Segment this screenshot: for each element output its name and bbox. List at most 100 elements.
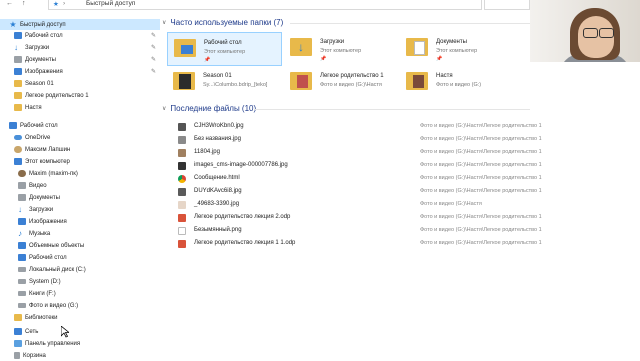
presentation-icon [178,214,186,222]
list-item[interactable]: _49683-3390.jpg Фото и видео (G:)\Настя [176,199,566,211]
user-icon [14,146,22,153]
address-bar[interactable]: ★ › Быстрый доступ [48,0,482,10]
sidebar-item-desktop-pc[interactable]: Рабочий стол [0,252,160,263]
sidebar-item-desktop[interactable]: Рабочий стол ✎ [0,30,160,41]
list-item[interactable]: images_cms-image-000007786.jpg Фото и вид… [176,160,566,172]
pictures-icon [18,218,26,225]
list-item[interactable]: Без названия.jpg Фото и видео (G:)\Настя\… [176,134,566,146]
documents-icon [14,56,22,63]
tile-desktop[interactable]: Рабочий стол Этот компьютер 📌 [167,32,282,66]
download-icon: ↓ [14,43,18,52]
list-item[interactable]: CJH3WroKbn0.jpg Фото и видео (G:)\Настя\Л… [176,121,566,133]
sidebar-item-this-pc[interactable]: Этот компьютер [0,156,160,167]
sidebar-item-video[interactable]: Видео [0,180,160,191]
downloads-folder-icon: ↓ [290,38,312,56]
folder-icon [14,92,22,99]
sidebar-item-desktop-root[interactable]: Рабочий стол [0,120,160,131]
sidebar-item-drive-f[interactable]: Книги (F:) [0,288,160,299]
drive-icon [18,291,26,296]
desktop-icon [9,122,17,129]
pin-icon: ✎ [151,33,157,39]
image-icon [178,162,186,170]
folder-icon [14,80,22,87]
sidebar-item-drive-c[interactable]: Локальный диск (C:) [0,264,160,275]
frequent-folders-header[interactable]: ∨ Часто используемые папки (7) [162,18,283,27]
sidebar-item-drive-g[interactable]: Фото и видео (G:) [0,300,160,311]
recycle-bin-icon [14,352,20,359]
3d-objects-icon [18,242,26,249]
sidebar-item-downloads[interactable]: ↓ Загрузки ✎ [0,42,160,53]
tile-documents[interactable]: Документы Этот компьютер 📌 [400,32,515,66]
sidebar-item-pictures-pc[interactable]: Изображения [0,216,160,227]
control-panel-icon [14,340,22,347]
folder-icon [14,104,22,111]
desktop-folder-icon [174,39,196,57]
list-item[interactable]: Легкое родительство лекция 1 1.odp Фото и… [176,238,566,250]
sidebar-item-user[interactable]: Максим Лапшин [0,144,160,155]
section-divider [290,23,530,24]
webcam-overlay [530,0,640,62]
pictures-icon [14,68,22,75]
list-item[interactable]: Сообщение.html Фото и видео (G:)\Настя\Ле… [176,173,566,185]
address-bar-strip: ← ↑ ★ › Быстрый доступ [0,0,530,10]
sidebar-item-season-01[interactable]: Season 01 [0,78,160,89]
section-divider [254,109,530,110]
chevron-down-icon: ∨ [162,20,167,26]
documents-folder-icon [406,38,428,56]
list-item[interactable]: Легкое родительство лекция 2.odp Фото и в… [176,212,566,224]
up-arrow-icon[interactable]: ↑ [22,0,26,7]
sidebar-item-network[interactable]: Сеть [0,326,160,337]
back-arrow-icon[interactable]: ← [6,0,13,7]
video-icon [18,182,26,189]
search-input[interactable] [484,0,530,10]
image-icon [178,149,186,157]
pin-icon: ✎ [151,57,157,63]
music-icon: ♪ [18,229,22,238]
image-icon [178,123,186,131]
sidebar-item-3d-objects[interactable]: Объемные объекты [0,240,160,251]
sidebar-item-recycle-bin[interactable]: Корзина [0,350,160,361]
recent-files-header[interactable]: ∨ Последние файлы (10) [162,104,256,113]
tile-season-01[interactable]: Season 01 Sy...\Columbo.bdrip_[teko] [167,66,282,100]
desktop-icon [14,32,22,39]
sidebar-item-documents[interactable]: Документы ✎ [0,54,160,65]
sidebar-item-downloads-pc[interactable]: ↓ Загрузки [0,204,160,215]
computer-icon [14,158,22,165]
folder-icon [173,72,195,90]
sidebar-item-maxim-pc[interactable]: Maxim (maxim-пк) [0,168,160,179]
chrome-icon [178,175,186,183]
drive-icon [18,267,26,272]
list-item[interactable]: 11804.jpg Фото и видео (G:)\Настя\Легкое … [176,147,566,159]
glasses-icon [583,28,598,38]
pin-icon: 📌 [436,56,443,62]
sidebar-item-nastya[interactable]: Настя [0,102,160,113]
sidebar-item-drive-d[interactable]: System (D:) [0,276,160,287]
sidebar-item-parenting-1[interactable]: Легкое родительство 1 [0,90,160,101]
sidebar-item-libraries[interactable]: Библиотеки [0,312,160,323]
address-path-label: Быстрый доступ [86,0,136,7]
tile-downloads[interactable]: ↓ Загрузки Этот компьютер 📌 [284,32,399,66]
library-icon [14,314,22,321]
pin-icon: ✎ [151,69,157,75]
sidebar-item-music[interactable]: ♪ Музыка [0,228,160,239]
pin-icon: ✎ [151,45,157,51]
download-icon: ↓ [298,40,304,54]
user-icon [18,170,26,177]
glasses-icon [599,28,614,38]
cloud-icon [14,135,22,140]
sidebar-item-quick-access[interactable]: ★ Быстрый доступ [0,19,160,30]
sidebar-item-pictures[interactable]: Изображения ✎ [0,66,160,77]
list-item[interactable]: DUYdKAvc6i8.jpg Фото и видео (G:)\Настя\Л… [176,186,566,198]
chevron-right-icon: › [63,0,66,7]
desktop-icon [18,254,26,261]
pin-icon: 📌 [204,57,211,63]
tile-parenting-1[interactable]: Легкое родительство 1 Фото и видео (G:)\… [284,66,399,100]
sidebar-item-control-panel[interactable]: Панель управления [0,338,160,349]
tile-nastya[interactable]: Настя Фото и видео (G:) [400,66,515,100]
sidebar-item-onedrive[interactable]: OneDrive [0,132,160,143]
sidebar-item-documents-pc[interactable]: Документы [0,192,160,203]
pin-icon: 📌 [320,56,327,62]
download-icon: ↓ [18,205,22,214]
list-item[interactable]: Безымянный.png Фото и видео (G:)\Настя\Ле… [176,225,566,237]
image-icon [178,227,186,235]
